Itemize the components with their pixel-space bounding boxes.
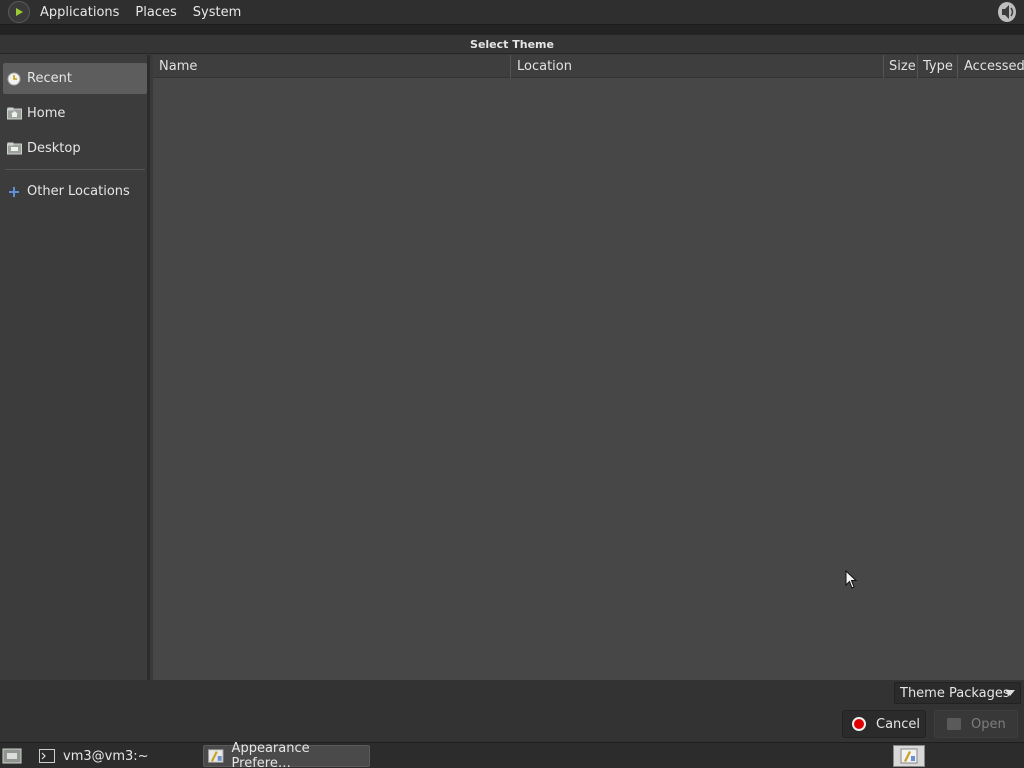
taskbar-item-label: vm3@vm3:~ [63,748,149,764]
file-list[interactable]: Name Location Size Type Accessed [153,55,1024,680]
desktop-folder-icon [6,141,22,157]
sidebar-separator [5,169,145,170]
file-chooser-dialog: Select Theme Recent Home Desktop Other L [0,35,1024,742]
panel-gap [0,25,1024,35]
sidebar-item-home[interactable]: Home [3,98,147,129]
sidebar-item-label: Desktop [27,141,81,156]
speaker-volume-icon[interactable] [996,1,1018,23]
column-header-row: Name Location Size Type Accessed [153,55,1024,78]
column-name[interactable]: Name [153,55,511,78]
menu-system[interactable]: System [187,0,247,25]
column-size[interactable]: Size [884,55,918,78]
open-label: Open [971,716,1006,732]
dialog-title: Select Theme [0,35,1024,54]
tray-appearance-icon[interactable] [893,745,925,767]
menu-places[interactable]: Places [129,0,182,25]
taskbar-item-appearance[interactable]: Appearance Prefere… [203,741,370,768]
taskbar-item-terminal[interactable]: vm3@vm3:~ [35,745,200,767]
cancel-button[interactable]: Cancel [842,710,926,738]
show-desktop-icon[interactable] [2,747,22,765]
top-panel: Applications Places System [0,0,1024,25]
column-location[interactable]: Location [511,55,884,78]
open-button[interactable]: Open [934,710,1018,738]
taskbar-item-label: Appearance Prefere… [231,741,310,768]
cancel-label: Cancel [876,716,921,732]
bottom-taskbar: vm3@vm3:~ Appearance Prefere… [0,741,1024,768]
sidebar-item-other-locations[interactable]: Other Locations [3,176,147,207]
dialog-action-area: Theme Packages Cancel Open [0,680,1024,742]
mouse-cursor-icon [845,570,858,589]
column-type[interactable]: Type [918,55,958,78]
sidebar-item-desktop[interactable]: Desktop [3,133,147,164]
plus-locations-icon [6,184,22,200]
sidebar-item-recent[interactable]: Recent [3,63,147,94]
column-accessed[interactable]: Accessed [958,55,1024,78]
sidebar-item-label: Recent [27,71,72,86]
sidebar-item-label: Other Locations [27,184,130,199]
open-folder-icon [947,718,961,730]
home-folder-icon [6,106,22,122]
menu-applications[interactable]: Applications [34,0,125,25]
sidebar-item-label: Home [27,106,66,121]
places-sidebar: Recent Home Desktop Other Locations [0,55,150,680]
gnome-foot-icon[interactable] [8,1,30,23]
cancel-icon [852,717,866,731]
dropdown-arrow-icon [1005,690,1015,696]
appearance-icon [208,749,224,763]
file-filter-combo[interactable]: Theme Packages [894,682,1021,704]
terminal-icon [39,749,55,763]
filter-label: Theme Packages [900,685,1010,701]
recent-clock-icon [6,71,22,87]
